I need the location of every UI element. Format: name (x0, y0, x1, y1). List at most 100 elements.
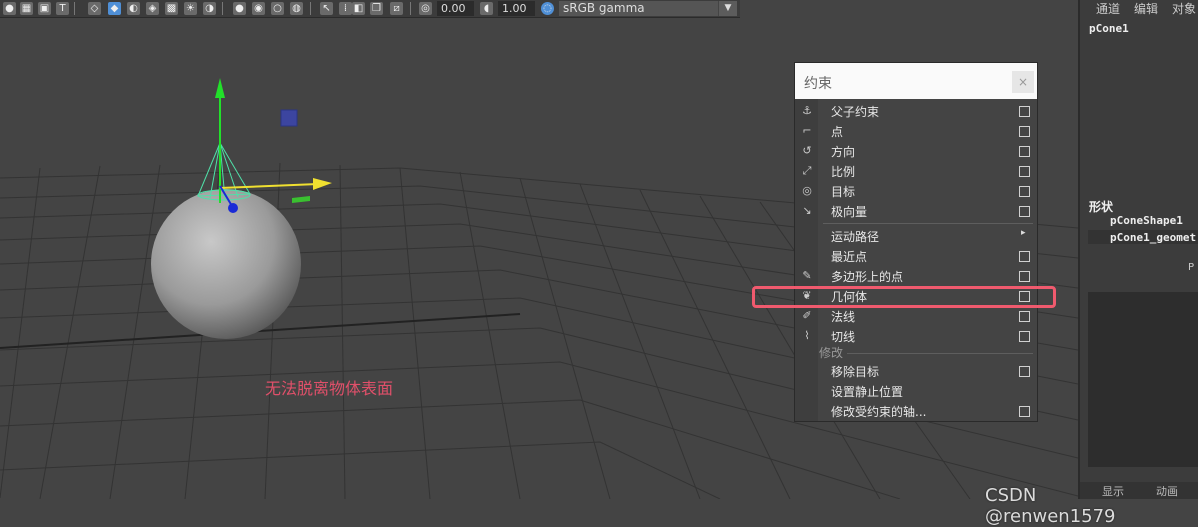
shadow-icon[interactable]: ◑ (203, 2, 216, 15)
isolate-icon[interactable]: ↖ (320, 2, 333, 15)
menu-item-label: 比例 (831, 165, 856, 179)
chevron-down-icon[interactable]: ▼ (718, 1, 737, 16)
panel-header: 约束 × (795, 63, 1037, 99)
camera-icon[interactable]: ● (3, 2, 16, 15)
toolbar-separator (222, 2, 223, 15)
grid-icon[interactable]: ▦ (20, 2, 33, 15)
option-box-icon[interactable] (1019, 186, 1030, 197)
menu-item-label: 切线 (831, 330, 856, 344)
exposure-icon[interactable]: ◎ (419, 2, 432, 15)
menu-item-label: 修改受约束的轴... (831, 405, 927, 419)
smooth-shade-icon[interactable]: ◆ (108, 2, 121, 15)
wireframe-on-shaded-icon[interactable]: ◐ (127, 2, 140, 15)
close-icon[interactable]: × (1012, 71, 1034, 93)
menu-channels[interactable]: 通道 (1096, 0, 1120, 17)
panel-title: 约束 (804, 76, 832, 92)
menu-item-set-rest-position[interactable]: 设置静止位置 (795, 381, 1037, 401)
menu-item-parent[interactable]: ⚓ 父子约束 (795, 101, 1037, 121)
option-box-icon[interactable] (1019, 126, 1030, 137)
antialias-icon[interactable]: ○ (271, 2, 284, 15)
menu-item-modify-constrained-axis[interactable]: 修改受约束的轴... (795, 401, 1037, 421)
tab-display[interactable]: 显示 (1102, 483, 1124, 499)
tangent-constraint-icon: ⌇ (804, 329, 810, 342)
parent-constraint-icon: ⚓ (802, 104, 812, 117)
menu-item-pole-vector[interactable]: ↘ 极向量 (795, 201, 1037, 221)
toolbar-separator (74, 2, 75, 15)
layer-tabs: 显示 动画 (1080, 482, 1198, 499)
color-management-icon[interactable]: ◌ (541, 2, 554, 15)
menu-item-label: 多边形上的点 (831, 270, 904, 284)
gamma-icon[interactable]: ◖ (480, 2, 493, 15)
option-box-icon[interactable] (1019, 146, 1030, 157)
text-icon[interactable]: T (56, 2, 69, 15)
option-box-icon[interactable] (1019, 406, 1030, 417)
shapes-title: 形状 (1089, 200, 1114, 214)
menu-item-orient[interactable]: ↺ 方向 (795, 141, 1037, 161)
tab-animation[interactable]: 动画 (1156, 483, 1178, 499)
menu-item-label: 运动路径 (831, 230, 880, 244)
constrain-menu-panel: 约束 × ⚓ 父子约束 ⌐ 点 ↺ 方向 ⤢ 比例 ◎ 目标 ↘ 极向量 运动路… (794, 62, 1038, 422)
menu-divider (847, 353, 1033, 354)
colorspace-dropdown[interactable]: sRGB gamma ▼ (559, 1, 737, 16)
menu-item-label: 最近点 (831, 250, 868, 264)
pole-vector-icon: ↘ (802, 204, 812, 217)
object-name[interactable]: pCone1 (1089, 22, 1129, 35)
xray-icon[interactable]: ⁞ (339, 2, 352, 15)
option-box-icon[interactable] (1019, 271, 1030, 282)
highlight-box (752, 286, 1056, 308)
menu-item-label: 点 (831, 125, 844, 139)
menu-item-tangent[interactable]: ⌇ 切线 (795, 326, 1037, 346)
wireframe-icon[interactable]: ◇ (88, 2, 101, 15)
sphere-object (151, 189, 301, 339)
backface-icon[interactable]: ⧄ (390, 2, 403, 15)
viewport-caption: 无法脱离物体表面 (265, 379, 394, 398)
menu-item-label: 方向 (831, 145, 856, 159)
submenu-arrow-icon: ▸ (1021, 228, 1026, 238)
menu-item-motion-path[interactable]: 运动路径 ▸ (795, 226, 1037, 246)
menu-item-remove-target[interactable]: 移除目标 (795, 361, 1037, 381)
option-box-icon[interactable] (1019, 331, 1030, 342)
texture-icon[interactable]: ◈ (146, 2, 159, 15)
image-plane-icon[interactable]: ▣ (38, 2, 51, 15)
menu-item-point-on-poly[interactable]: ✎ 多边形上的点 (795, 266, 1037, 286)
xray-joints-icon[interactable]: ◧ (352, 2, 365, 15)
shape-item[interactable]: pConeShape1 (1110, 214, 1183, 227)
menu-object[interactable]: 对象 (1172, 0, 1196, 17)
option-box-icon[interactable] (1019, 251, 1030, 262)
menu-item-label: 极向量 (831, 205, 868, 219)
shape-item[interactable]: pCone1_geomet (1110, 231, 1196, 244)
menu-item-label: 父子约束 (831, 105, 880, 119)
option-box-icon[interactable] (1019, 166, 1030, 177)
depth-icon[interactable]: ◍ (290, 2, 303, 15)
menu-item-point[interactable]: ⌐ 点 (795, 121, 1037, 141)
motion-blur-icon[interactable]: ◉ (252, 2, 265, 15)
menu-item-label: 移除目标 (831, 365, 880, 379)
menu-item-label: 设置静止位置 (831, 385, 904, 399)
toolbar-separator (310, 2, 311, 15)
option-box-icon[interactable] (1019, 206, 1030, 217)
menu-item-closest-point[interactable]: 最近点 (795, 246, 1037, 266)
ambient-occlusion-icon[interactable]: ● (233, 2, 246, 15)
channel-box-menu: 通道 编辑 对象 (1080, 0, 1198, 16)
toolbar-separator (410, 2, 411, 15)
light-icon[interactable]: ☀ (184, 2, 197, 15)
gamma-field[interactable]: 1.00 (498, 1, 535, 16)
exposure-field[interactable]: 0.00 (437, 1, 474, 16)
menu-item-label: 法线 (831, 310, 856, 324)
option-box-icon[interactable] (1019, 106, 1030, 117)
menu-edit[interactable]: 编辑 (1134, 0, 1158, 17)
option-box-icon[interactable] (1019, 366, 1030, 377)
channel-p-label: P (1188, 262, 1195, 273)
menu-item-scale[interactable]: ⤢ 比例 (795, 161, 1037, 181)
option-box-icon[interactable] (1019, 311, 1030, 322)
menu-item-normal[interactable]: ✐ 法线 (795, 306, 1037, 326)
channel-empty-area (1088, 292, 1198, 467)
menu-item-label: 目标 (831, 185, 856, 199)
menu-divider (823, 223, 1033, 224)
xray-active-icon[interactable]: ❐ (370, 2, 383, 15)
section-label-modify: 修改 (819, 346, 844, 360)
menu-item-aim[interactable]: ◎ 目标 (795, 181, 1037, 201)
checker-icon[interactable]: ▩ (165, 2, 178, 15)
channel-box: 通道 编辑 对象 pCone1 形状 pConeShape1 pCone1_ge… (1078, 0, 1198, 499)
orient-constraint-icon: ↺ (802, 144, 812, 157)
